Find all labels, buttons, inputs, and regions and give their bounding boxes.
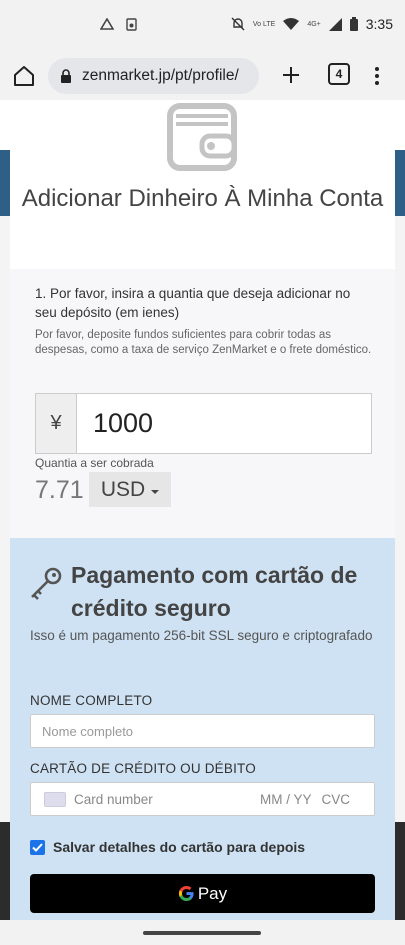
url-text[interactable]: zenmarket.jp/pt/profile/ — [82, 67, 252, 85]
page-footer-strip — [395, 822, 405, 920]
new-tab-icon[interactable] — [279, 63, 303, 87]
navigation-gesture-bar — [0, 920, 405, 945]
full-name-field[interactable]: Nome completo — [30, 714, 375, 748]
google-g-icon — [178, 885, 194, 902]
wifi-icon — [283, 17, 300, 30]
currency-value: USD — [100, 477, 146, 501]
address-bar[interactable]: zenmarket.jp/pt/profile/ — [48, 58, 259, 94]
save-card-row: Salvar detalhes do cartão para depois — [30, 839, 305, 855]
step-1-instruction: 1. Por favor, insira a quantia que desej… — [35, 286, 351, 320]
amount-input[interactable]: 1000 — [77, 394, 371, 453]
volte-indicator: Vo LTE — [252, 20, 276, 28]
card-cvc-placeholder[interactable]: CVC — [321, 792, 350, 807]
home-icon[interactable] — [12, 64, 36, 88]
page-header-strip — [395, 150, 405, 216]
drive-icon — [100, 18, 114, 30]
save-card-label[interactable]: Salvar detalhes do cartão para depois — [53, 839, 305, 855]
card-field[interactable]: Card number MM / YY CVC — [30, 782, 375, 816]
card-number-placeholder[interactable]: Card number — [74, 792, 260, 807]
cell-signal-icon — [328, 17, 342, 31]
google-pay-button[interactable]: Pay — [30, 874, 375, 913]
page-content-strip — [0, 216, 10, 822]
lock-icon — [61, 69, 71, 83]
overflow-menu-icon[interactable] — [370, 65, 384, 87]
full-name-placeholder: Nome completo — [42, 723, 134, 739]
card-expiry-placeholder[interactable]: MM / YY — [260, 792, 312, 807]
key-icon — [31, 567, 62, 600]
card-label: CARTÃO DE CRÉDITO OU DÉBITO — [30, 761, 256, 776]
yen-addon: ¥ — [36, 394, 77, 453]
credit-card-icon — [44, 791, 66, 807]
network-type-indicator: 4G+ — [307, 20, 321, 28]
full-name-label: NOME COMPLETO — [30, 693, 153, 708]
charge-amount: 7.71 — [35, 476, 84, 504]
bell-off-icon — [231, 17, 245, 31]
check-icon — [32, 842, 43, 852]
gesture-handle[interactable] — [143, 931, 261, 935]
status-system-icons: Vo LTE 4G+ 3:35 — [231, 16, 393, 32]
modal-title: Adicionar Dinheiro À Minha Conta — [21, 185, 384, 212]
currency-select[interactable]: USD — [89, 472, 171, 507]
payment-subtitle: Isso é um pagamento 256-bit SSL seguro e… — [30, 628, 373, 643]
payment-title: Pagamento com cartão de crédito seguro — [71, 562, 358, 621]
status-notification-icons — [100, 18, 137, 31]
status-bar: Vo LTE 4G+ 3:35 — [0, 0, 405, 52]
google-pay-label: Pay — [197, 883, 228, 903]
tab-switcher-button[interactable]: 4 — [328, 63, 350, 85]
charge-label: Quantia a ser cobrada — [35, 456, 154, 470]
add-funds-modal: Adicionar Dinheiro À Minha Conta 1. Por … — [10, 100, 395, 920]
page-footer-strip — [0, 822, 10, 920]
battery-icon — [349, 17, 358, 31]
step-1-hint: Por favor, deposite fundos suficientes p… — [35, 329, 372, 356]
amount-input-group: ¥ 1000 — [35, 393, 372, 454]
wallet-icon — [167, 103, 237, 171]
browser-toolbar: zenmarket.jp/pt/profile/ 4 — [0, 52, 405, 100]
caret-down-icon — [151, 489, 160, 494]
page-header-strip — [0, 150, 10, 216]
speaker-icon — [126, 18, 137, 31]
save-card-checkbox[interactable] — [30, 839, 45, 855]
page-content-strip — [395, 216, 405, 822]
clock: 3:35 — [365, 16, 393, 32]
tab-count: 4 — [335, 67, 343, 81]
